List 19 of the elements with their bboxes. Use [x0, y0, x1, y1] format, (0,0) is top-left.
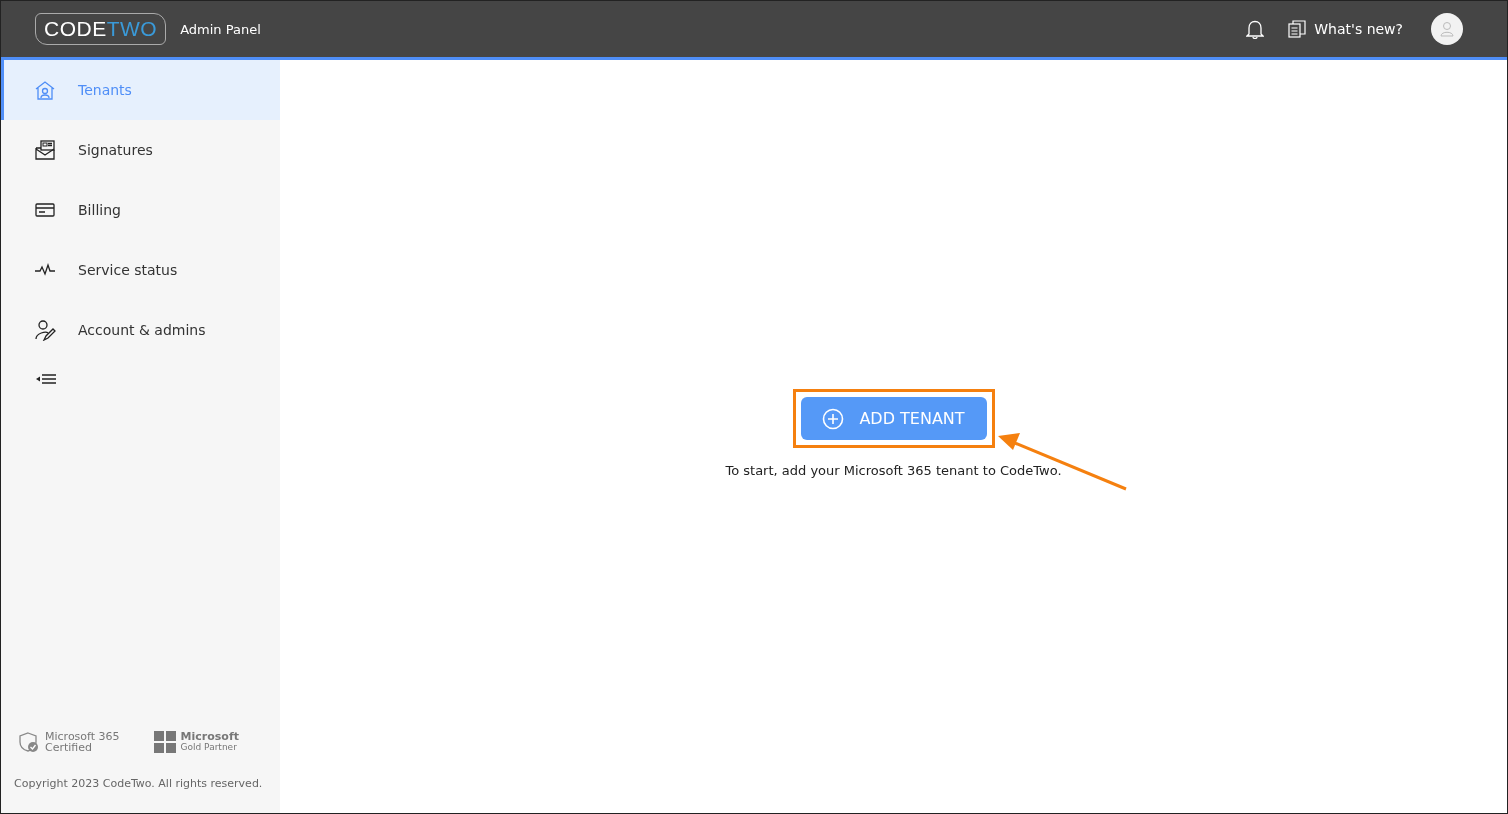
add-icon: [822, 407, 845, 430]
documents-icon: [1288, 20, 1307, 38]
certified-badge: Microsoft 365 Certified: [18, 731, 120, 753]
logo: CODETWO: [35, 13, 167, 45]
partner-badge: Microsoft Gold Partner: [153, 731, 239, 753]
signature-icon: [34, 139, 56, 161]
copyright-text: Copyright 2023 CodeTwo. All rights reserved.: [13, 776, 264, 792]
bell-icon[interactable]: [1246, 19, 1265, 39]
house-icon: [34, 79, 56, 101]
app-title: Admin Panel: [180, 21, 261, 37]
sidebar-item[interactable]: Signatures: [1, 120, 280, 180]
sidebar-item[interactable]: Service status: [1, 240, 280, 300]
collapse-menu-icon[interactable]: [35, 372, 57, 386]
hint-text: To start, add your Microsoft 365 tenant to CodeTwo.: [725, 463, 1062, 478]
whats-new-link[interactable]: What's new?: [1288, 20, 1403, 38]
avatar[interactable]: [1431, 13, 1463, 45]
sidebar-item[interactable]: Billing: [1, 180, 280, 240]
sidebar-item[interactable]: Account & admins: [1, 300, 280, 360]
user-edit-icon: [34, 319, 56, 341]
